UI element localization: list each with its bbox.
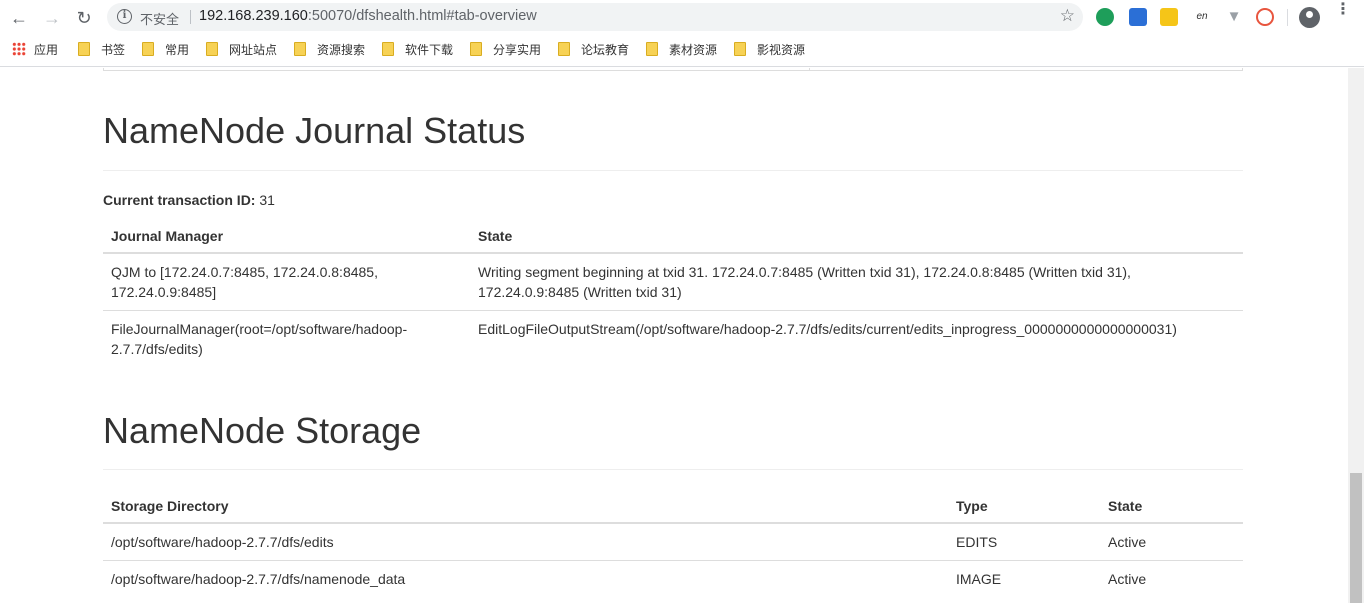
table-row: /opt/software/hadoop-2.7.7/dfs/edits EDI… (103, 522, 1243, 561)
c-extension-icon[interactable] (1160, 8, 1178, 26)
folder-icon (78, 42, 90, 56)
bookmark-label: 应用 (34, 43, 59, 57)
bookmark-label: 素材资源 (669, 43, 718, 57)
storage-state-cell: Active (1100, 522, 1243, 561)
forward-icon[interactable]: → (40, 6, 64, 30)
reload-icon[interactable]: ↻ (72, 6, 96, 30)
apps-grid-icon (12, 42, 26, 56)
table-row: FileJournalManager(root=/opt/software/ha… (103, 310, 1243, 367)
bookmark-folder[interactable]: 资源搜索 (294, 42, 365, 58)
vertical-scrollbar[interactable] (1348, 68, 1364, 603)
omnibox-divider (190, 10, 191, 24)
bookmark-label: 资源搜索 (317, 43, 366, 57)
share-extension-icon[interactable] (1256, 8, 1274, 26)
folder-icon (382, 42, 394, 56)
column-header: Journal Manager (103, 220, 470, 254)
folder-icon (294, 42, 306, 56)
p-extension-icon[interactable] (1129, 8, 1147, 26)
more-menu-icon[interactable]: ⋮ (1335, 2, 1351, 18)
v-extension-icon[interactable]: ▼ (1225, 8, 1243, 26)
storage-table: Storage Directory Type State /opt/softwa… (103, 490, 1243, 597)
folder-icon (142, 42, 154, 56)
storage-heading: NameNode Storage (103, 410, 422, 451)
column-header: Storage Directory (103, 490, 948, 524)
url-path: :50070/dfshealth.html#tab-overview (307, 8, 537, 24)
folder-icon (734, 42, 746, 56)
info-icon[interactable]: i (117, 9, 132, 24)
table-row: QJM to [172.24.0.7:8485, 172.24.0.8:8485… (103, 252, 1243, 311)
folder-icon (206, 42, 218, 56)
folder-icon (470, 42, 482, 56)
browser-toolbar: ← → ↻ i 不安全 192.168.239.160:50070/dfshea… (0, 0, 1364, 35)
bookmark-folder[interactable]: 论坛教育 (558, 42, 629, 58)
profile-avatar-icon[interactable] (1299, 7, 1320, 28)
bookmark-label: 分享实用 (493, 43, 542, 57)
insecure-label: 不安全 (140, 12, 180, 27)
current-transaction-id: Current transaction ID: 31 (103, 192, 275, 208)
bookmark-label: 网址站点 (229, 43, 278, 57)
journal-state-cell: Writing segment beginning at txid 31. 17… (470, 252, 1243, 311)
bookmark-label: 论坛教育 (581, 43, 630, 57)
bookmark-folder[interactable]: 素材资源 (646, 42, 717, 58)
table-header-row: Journal Manager State (103, 220, 1243, 254)
section-divider (103, 170, 1243, 171)
journal-manager-cell: FileJournalManager(root=/opt/software/ha… (103, 310, 470, 367)
bookmarks-bar: 应用 书签 常用 网址站点 资源搜索 软件下载 分享实用 论坛教育 素材资源 影… (0, 35, 1364, 67)
transaction-id-label: Current transaction ID: (103, 192, 256, 208)
folder-icon (646, 42, 658, 56)
journal-state-cell: EditLogFileOutputStream(/opt/software/ha… (470, 310, 1243, 367)
scrollbar-thumb[interactable] (1350, 473, 1362, 603)
bookmark-apps[interactable]: 应用 (12, 42, 58, 58)
journal-manager-cell: QJM to [172.24.0.7:8485, 172.24.0.8:8485… (103, 252, 470, 311)
page-viewport: NameNode Journal Status Current transact… (0, 68, 1348, 603)
bookmark-label: 书签 (101, 43, 126, 57)
bookmark-folder[interactable]: 网址站点 (206, 42, 277, 58)
column-header: State (470, 220, 1243, 254)
transaction-id-value: 31 (259, 192, 275, 208)
bookmark-folder[interactable]: 影视资源 (734, 42, 805, 58)
storage-directory-cell: /opt/software/hadoop-2.7.7/dfs/edits (103, 522, 948, 561)
table-row: /opt/software/hadoop-2.7.7/dfs/namenode_… (103, 560, 1243, 597)
storage-type-cell: IMAGE (948, 560, 1100, 597)
address-bar[interactable]: i 不安全 192.168.239.160:50070/dfshealth.ht… (107, 3, 1083, 31)
storage-type-cell: EDITS (948, 522, 1100, 561)
url-text[interactable]: 192.168.239.160:50070/dfshealth.html#tab… (199, 8, 537, 24)
journal-table: Journal Manager State QJM to [172.24.0.7… (103, 220, 1243, 367)
toolbar-divider (1287, 9, 1288, 26)
bookmark-folder[interactable]: 软件下载 (382, 42, 453, 58)
bookmark-label: 常用 (165, 43, 190, 57)
back-icon[interactable]: ← (7, 6, 31, 30)
bookmark-star-icon[interactable]: ☆ (1060, 6, 1075, 26)
bookmark-folder[interactable]: 书签 (78, 42, 125, 58)
column-header: Type (948, 490, 1100, 524)
storage-directory-cell: /opt/software/hadoop-2.7.7/dfs/namenode_… (103, 560, 948, 597)
bookmark-folder[interactable]: 分享实用 (470, 42, 541, 58)
bookmark-label: 影视资源 (757, 43, 806, 57)
previous-table-remnant (103, 68, 1243, 71)
folder-icon (558, 42, 570, 56)
green-extension-icon[interactable] (1096, 8, 1114, 26)
column-header: State (1100, 490, 1243, 524)
table-header-row: Storage Directory Type State (103, 490, 1243, 524)
translate-extension-icon[interactable]: en (1193, 8, 1211, 26)
url-host: 192.168.239.160 (199, 8, 308, 24)
storage-state-cell: Active (1100, 560, 1243, 597)
section-divider (103, 469, 1243, 470)
bookmark-folder[interactable]: 常用 (142, 42, 189, 58)
journal-status-heading: NameNode Journal Status (103, 110, 526, 151)
bookmark-label: 软件下载 (405, 43, 454, 57)
